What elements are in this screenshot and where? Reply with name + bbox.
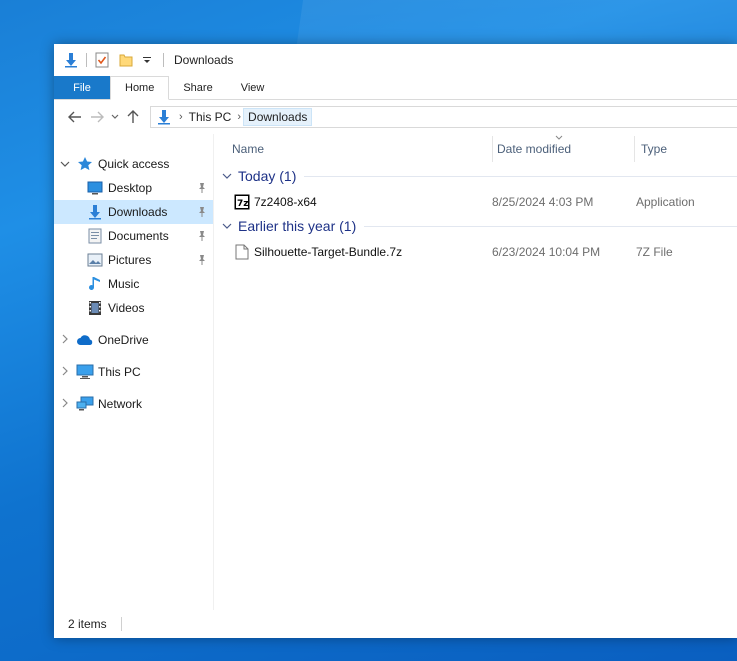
column-headers: Name Date modified Type [214, 133, 737, 162]
blank-file-icon [234, 244, 250, 260]
group-header-today[interactable]: Today (1) [214, 164, 737, 188]
pin-icon[interactable] [197, 230, 207, 242]
computer-icon [76, 364, 94, 380]
chevron-right-icon[interactable] [58, 366, 72, 379]
group-label: Today (1) [238, 168, 297, 184]
nav-label: Pictures [108, 253, 152, 267]
chevron-down-icon[interactable] [58, 159, 72, 170]
window-title: Downloads [174, 53, 234, 67]
7zip-app-icon: 7z [234, 194, 250, 210]
desktop-icon [86, 180, 104, 196]
tab-file[interactable]: File [54, 76, 110, 99]
column-header-name[interactable]: Name [214, 136, 492, 162]
nav-network[interactable]: Network [54, 392, 213, 416]
svg-text:7z: 7z [237, 199, 249, 209]
customize-toolbar-dropdown-icon[interactable] [141, 51, 153, 69]
file-explorer-window: Downloads File Home Share View › This PC… [54, 44, 737, 638]
ribbon-tabs: File Home Share View [54, 76, 737, 100]
nav-label: Videos [108, 301, 145, 315]
group-divider [304, 175, 737, 177]
recent-locations-dropdown[interactable] [108, 106, 122, 128]
chevron-down-icon[interactable] [222, 171, 232, 182]
properties-icon[interactable] [93, 51, 111, 69]
sort-caret-icon [555, 133, 563, 142]
nav-label: Quick access [98, 157, 170, 171]
pin-icon[interactable] [197, 182, 207, 194]
tab-home[interactable]: Home [110, 76, 170, 100]
file-row[interactable]: 7z 7z2408-x64 8/25/2024 4:03 PM Applicat… [214, 188, 737, 216]
chevron-right-icon[interactable] [58, 398, 72, 411]
content-area: Quick access Desktop Downloads Documents… [54, 134, 737, 610]
title-bar: Downloads [54, 44, 737, 76]
navigation-bar: › This PC › Downloads [54, 100, 737, 134]
star-icon [76, 156, 94, 172]
breadcrumb-separator[interactable]: › [177, 111, 185, 123]
nav-this-pc[interactable]: This PC [54, 360, 213, 384]
address-bar[interactable]: › This PC › Downloads [150, 106, 737, 128]
nav-label: Desktop [108, 181, 153, 195]
toolbar-separator [163, 53, 164, 67]
nav-item-pictures[interactable]: Pictures [54, 248, 213, 272]
status-bar: 2 items [54, 610, 737, 638]
column-header-type[interactable]: Type [634, 136, 737, 162]
breadcrumb-this-pc[interactable]: This PC [185, 110, 236, 124]
documents-icon [86, 228, 104, 244]
breadcrumb-separator[interactable]: › [235, 111, 243, 123]
status-separator [120, 617, 122, 631]
chevron-down-icon[interactable] [222, 221, 232, 232]
nav-onedrive[interactable]: OneDrive [54, 328, 213, 352]
downloads-location-icon [155, 109, 173, 125]
pin-icon[interactable] [197, 206, 207, 218]
nav-label: This PC [98, 365, 141, 379]
pictures-icon [86, 252, 104, 268]
file-date-modified: 8/25/2024 4:03 PM [492, 195, 594, 209]
network-icon [76, 396, 94, 412]
group-header-earlier-this-year[interactable]: Earlier this year (1) [214, 214, 737, 238]
navigation-pane: Quick access Desktop Downloads Documents… [54, 134, 214, 610]
nav-label: Downloads [108, 205, 168, 219]
pin-icon[interactable] [197, 254, 207, 266]
file-date-modified: 6/23/2024 10:04 PM [492, 245, 601, 259]
videos-icon [86, 300, 104, 316]
nav-item-desktop[interactable]: Desktop [54, 176, 213, 200]
nav-label: Network [98, 397, 143, 411]
nav-item-music[interactable]: Music [54, 272, 213, 296]
nav-label: OneDrive [98, 333, 149, 347]
file-type: 7Z File [636, 245, 673, 259]
file-list-pane: Name Date modified Type Today (1) 7z 7z2… [214, 134, 737, 610]
new-folder-icon[interactable] [117, 51, 135, 69]
downloads-arrow-icon [62, 51, 80, 69]
nav-item-documents[interactable]: Documents [54, 224, 213, 248]
group-label: Earlier this year (1) [238, 218, 357, 234]
tab-share[interactable]: Share [169, 76, 226, 99]
nav-label: Documents [108, 229, 169, 243]
back-button[interactable] [64, 106, 86, 128]
chevron-right-icon[interactable] [58, 334, 72, 347]
breadcrumb-downloads[interactable]: Downloads [243, 108, 313, 126]
item-count: 2 items [68, 617, 107, 631]
toolbar-separator [86, 53, 87, 67]
group-divider [364, 225, 737, 227]
column-header-date-modified[interactable]: Date modified [492, 133, 634, 162]
nav-quick-access[interactable]: Quick access [54, 152, 213, 176]
file-row[interactable]: Silhouette-Target-Bundle.7z 6/23/2024 10… [214, 238, 737, 266]
file-type: Application [636, 195, 695, 209]
up-button[interactable] [122, 106, 144, 128]
music-icon [86, 276, 104, 292]
downloads-icon [86, 204, 104, 220]
cloud-icon [76, 332, 94, 348]
file-name: 7z2408-x64 [254, 195, 317, 209]
nav-item-downloads[interactable]: Downloads [54, 200, 213, 224]
nav-label: Music [108, 277, 140, 291]
forward-button[interactable] [86, 106, 108, 128]
column-header-label: Date modified [497, 142, 572, 156]
nav-item-videos[interactable]: Videos [54, 296, 213, 320]
file-name: Silhouette-Target-Bundle.7z [254, 245, 403, 259]
tab-view[interactable]: View [227, 76, 279, 99]
